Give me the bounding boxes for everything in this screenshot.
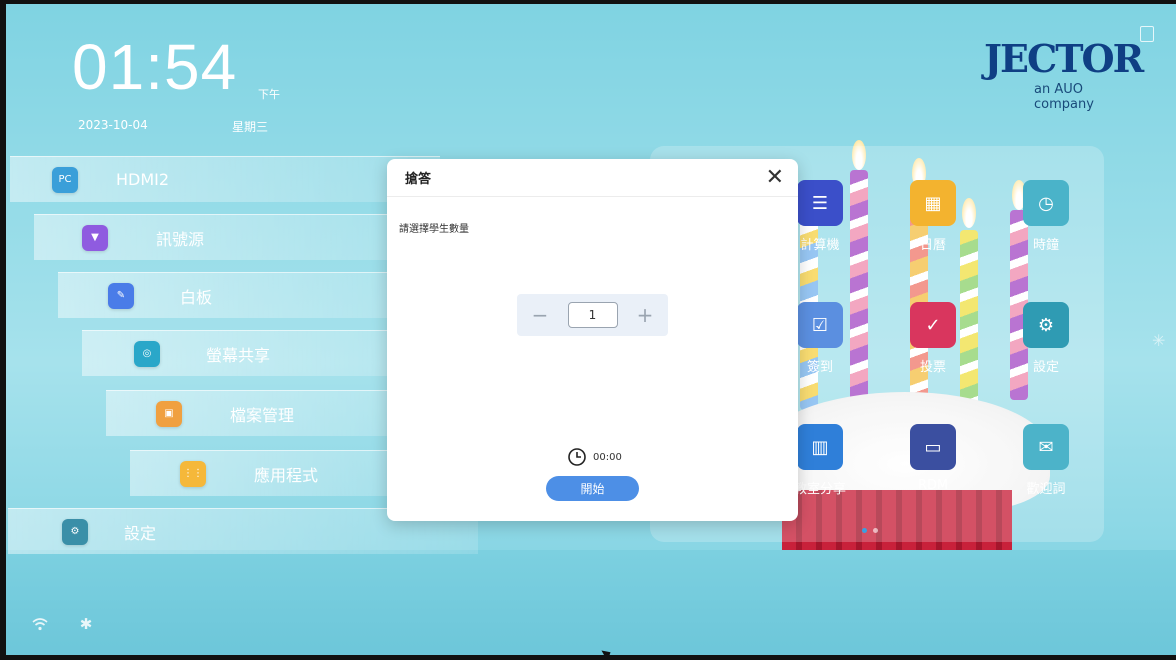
clock-icon: ◷	[1023, 180, 1069, 226]
stopwatch-icon	[568, 448, 586, 466]
book-icon: ▥	[797, 424, 843, 470]
student-count-input[interactable]: 1	[567, 302, 618, 328]
menu-item-whiteboard[interactable]: ✎ 白板	[58, 272, 440, 318]
menu-label: 檔案管理	[230, 405, 295, 425]
logo-badge	[1140, 26, 1154, 42]
menu-item-hdmi2[interactable]: PC HDMI2	[10, 156, 440, 202]
wifi-icon[interactable]	[30, 614, 50, 634]
whiteboard-icon: ✎	[108, 282, 134, 309]
app-settings[interactable]: ⚙ 設定	[1011, 302, 1081, 375]
decrement-button[interactable]: −	[531, 303, 549, 327]
menu-label: 訊號源	[156, 229, 205, 249]
menu-label: 設定	[124, 523, 157, 543]
start-button[interactable]: 開始	[546, 476, 639, 501]
close-icon[interactable]: ✕	[766, 167, 784, 189]
dialog-header: 搶答	[387, 159, 798, 197]
app-vote[interactable]: ✓ 投票	[898, 302, 968, 375]
clock-time: 01:54	[72, 31, 238, 103]
page-dot[interactable]	[862, 528, 867, 533]
monitor-icon: ▭	[910, 424, 956, 470]
apps-icon: ⋮⋮	[180, 460, 206, 487]
menu-label: 應用程式	[254, 465, 319, 485]
increment-button[interactable]: +	[636, 303, 654, 327]
checkin-icon: ☑	[797, 302, 843, 348]
dialog-title: 搶答	[405, 172, 432, 187]
page-indicator	[862, 528, 878, 533]
page-dot[interactable]	[873, 528, 878, 533]
app-rdm[interactable]: ▭ RDM	[898, 424, 968, 493]
app-label: 投票	[919, 360, 946, 375]
dialog-prompt: 請選擇學生數量	[399, 224, 469, 235]
bluetooth-icon[interactable]: ✱	[76, 614, 96, 634]
calendar-icon: ▦	[910, 180, 956, 226]
source-icon: ▼	[82, 224, 108, 251]
timer-text: 00:00	[593, 451, 622, 463]
logo-main-text: JECTOR	[984, 36, 1144, 81]
brand-logo: JECTOR an AUO company	[984, 26, 1154, 112]
app-clock[interactable]: ◷ 時鐘	[1011, 180, 1081, 253]
menu-label: 螢幕共享	[206, 345, 271, 365]
calculator-icon: ☰	[797, 180, 843, 226]
menu-label: HDMI2	[116, 170, 170, 189]
sparkle-icon: ✳	[1152, 331, 1166, 350]
app-label: RDM	[917, 478, 949, 493]
vote-icon: ✓	[910, 302, 956, 348]
clock-ampm: 下午	[258, 88, 280, 101]
settings-icon: ⚙	[1023, 302, 1069, 348]
quiz-dialog: 搶答 ✕ 請選擇學生數量 − 1 + 00:00 開始	[387, 159, 798, 521]
app-calendar[interactable]: ▦ 日曆	[898, 180, 968, 253]
student-count-stepper: − 1 +	[517, 294, 668, 336]
pc-icon: PC	[52, 166, 78, 193]
menu-label: 白板	[180, 287, 213, 307]
clock-date: 2023-10-04	[78, 118, 148, 132]
timer: 00:00	[567, 447, 622, 467]
folder-icon: ▣	[156, 400, 182, 427]
screen-share-icon: ◎	[134, 340, 160, 367]
app-label: 時鐘	[1032, 238, 1059, 253]
clock-weekday: 星期三	[232, 120, 269, 134]
app-label: 設定	[1032, 360, 1059, 375]
app-welcome[interactable]: ✉ 歡迎詞	[1011, 424, 1081, 497]
app-label: 歡迎詞	[1026, 482, 1066, 497]
floor-background	[0, 550, 1176, 660]
logo-sub-text: an AUO company	[1034, 82, 1094, 112]
gear-icon: ⚙	[62, 518, 88, 545]
welcome-icon: ✉	[1023, 424, 1069, 470]
app-label: 日曆	[919, 238, 946, 253]
menu-item-source[interactable]: ▼ 訊號源	[34, 214, 440, 260]
